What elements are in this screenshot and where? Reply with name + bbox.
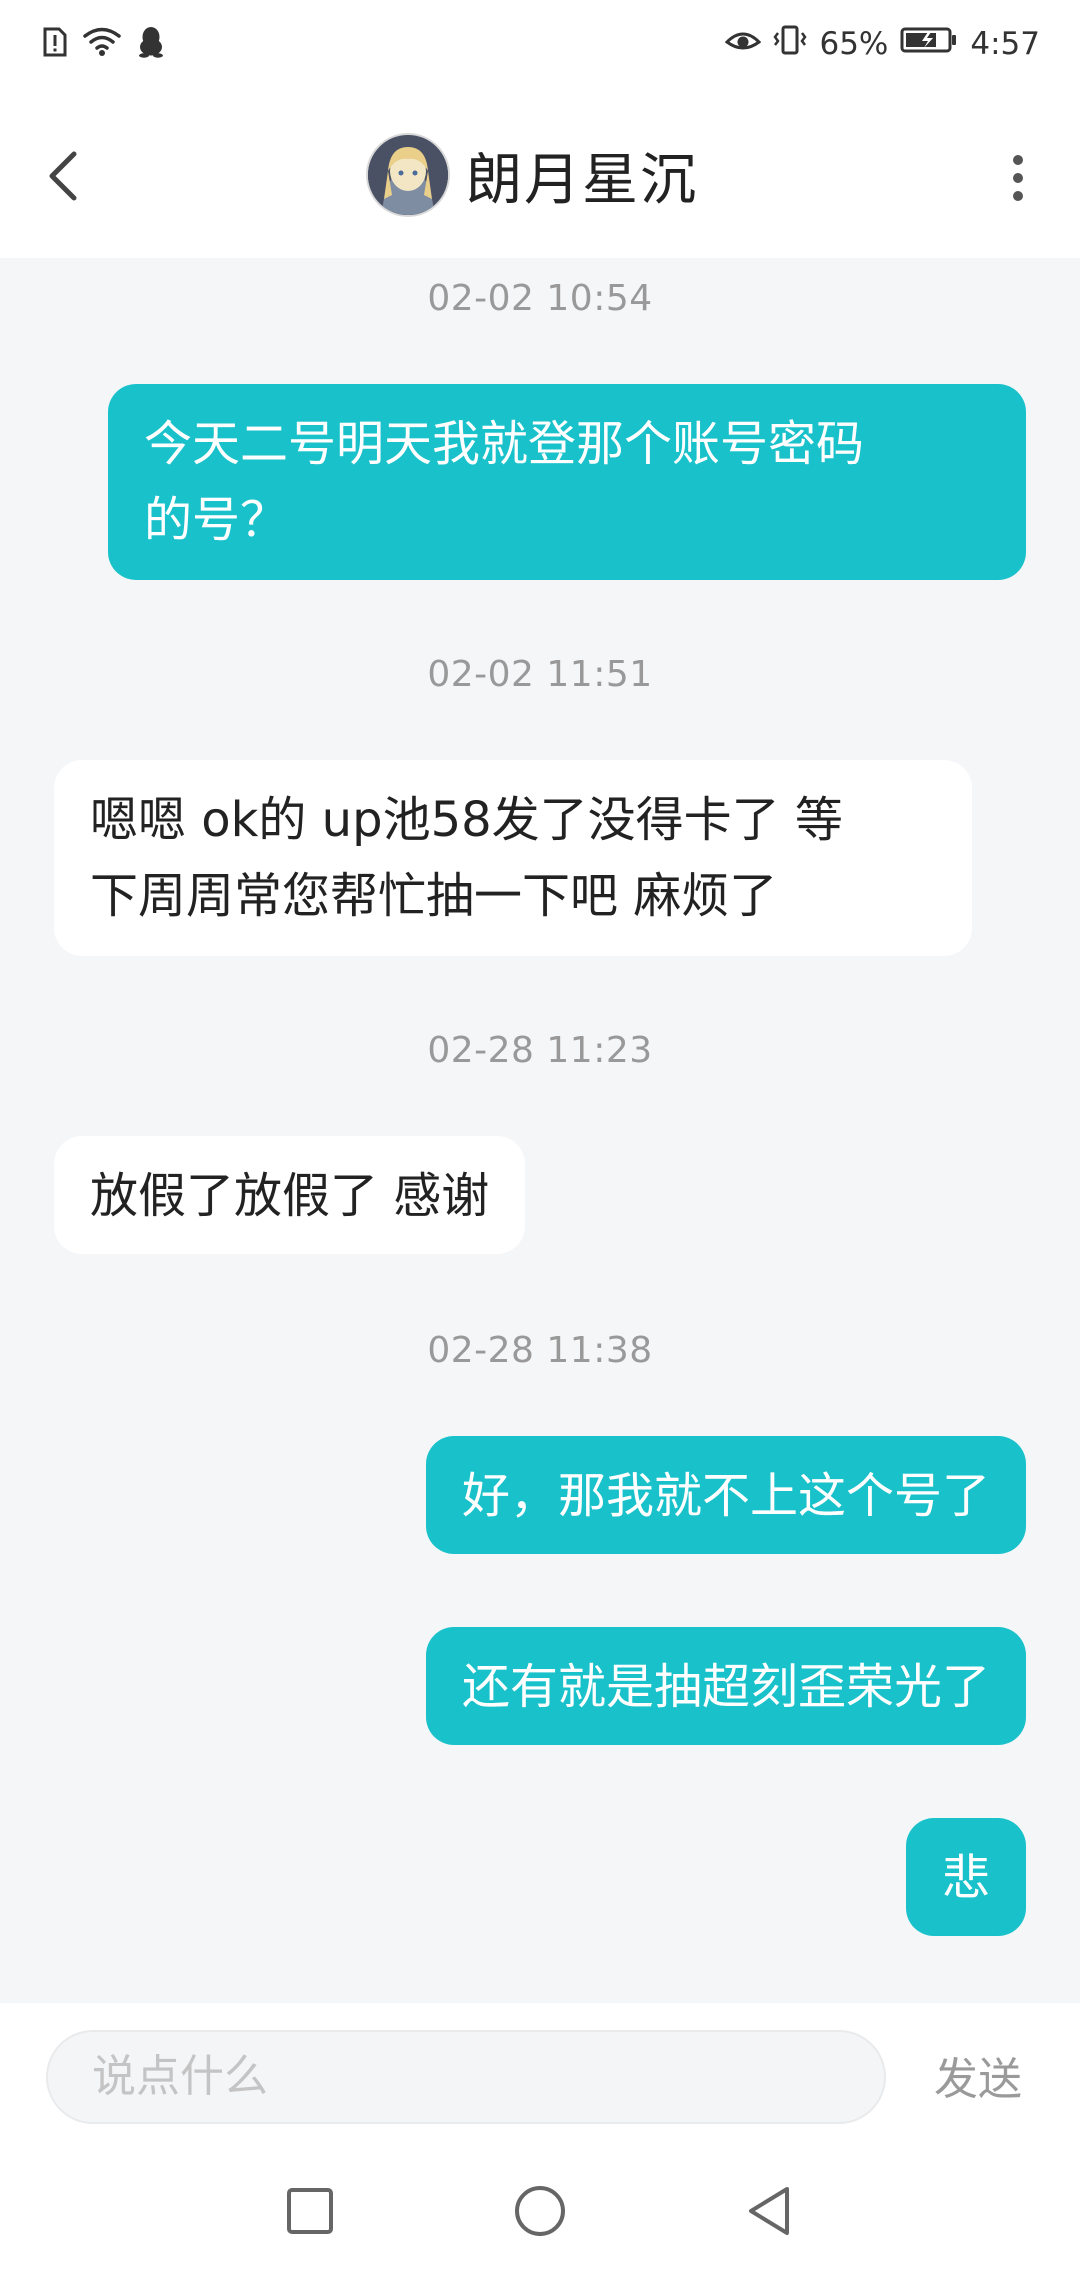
- outgoing-message[interactable]: 今天二号明天我就登那个账号密码 的号？: [108, 384, 1026, 580]
- timestamp: 02-28 11:23: [427, 1030, 653, 1071]
- message-line: 悲: [941, 1850, 990, 1906]
- home-circle-icon: [515, 2186, 565, 2236]
- recent-apps-button[interactable]: [280, 2181, 340, 2241]
- message-line: 好，那我就不上这个号了: [461, 1468, 990, 1524]
- outgoing-message[interactable]: 还有就是抽超刻歪荣光了: [425, 1627, 1026, 1745]
- system-navigation-bar: [0, 2143, 1080, 2280]
- sim-alert-icon: [42, 27, 68, 61]
- recent-apps-square-icon: [287, 2188, 333, 2234]
- chat-title: 朗月星沉: [466, 147, 698, 213]
- avatar[interactable]: [366, 133, 450, 217]
- chat-title-group[interactable]: 朗月星沉: [366, 130, 698, 220]
- timestamp: 02-02 11:51: [427, 654, 653, 695]
- back-button[interactable]: [38, 144, 94, 208]
- message-line: 放假了放假了 感谢: [90, 1168, 490, 1224]
- message-line: 嗯嗯 ok的 up池58发了没得卡了 等: [90, 792, 843, 848]
- avatar-image: [368, 135, 448, 215]
- status-right-icons: 65% 4:57: [725, 24, 1040, 64]
- more-options-button[interactable]: [1006, 148, 1030, 208]
- outgoing-message[interactable]: 悲: [905, 1818, 1026, 1936]
- message-line: 下周周常您帮忙抽一下吧 麻烦了: [90, 868, 778, 924]
- status-left-icons: [42, 26, 166, 62]
- qq-penguin-icon: [136, 26, 166, 62]
- message-line: 今天二号明天我就登那个账号密码: [144, 416, 865, 472]
- status-time: 4:57: [970, 26, 1040, 62]
- back-triangle-icon: [749, 2187, 789, 2235]
- chevron-left-icon: [49, 151, 77, 201]
- status-bar: 65% 4:57: [0, 0, 1080, 92]
- wifi-icon: [82, 27, 122, 61]
- battery-percent: 65%: [819, 26, 889, 62]
- timestamp: 02-02 10:54: [427, 278, 653, 319]
- message-list[interactable]: 02-02 10:54 今天二号明天我就登那个账号密码 的号？ 02-02 11…: [0, 258, 1080, 2003]
- chat-header: 朗月星沉: [0, 92, 1080, 258]
- outgoing-message[interactable]: 好，那我就不上这个号了: [425, 1436, 1026, 1554]
- send-button[interactable]: 发送: [934, 2043, 1022, 2107]
- message-line: 还有就是抽超刻歪荣光了: [461, 1659, 990, 1715]
- more-vertical-icon: [1013, 155, 1023, 201]
- home-button[interactable]: [510, 2181, 570, 2241]
- battery-icon: [900, 26, 958, 62]
- message-input-bar: 说点什么 发送: [0, 2003, 1080, 2143]
- message-input[interactable]: 说点什么: [46, 2030, 886, 2124]
- vibrate-icon: [773, 24, 808, 64]
- message-line: 的号？: [144, 492, 289, 548]
- timestamp: 02-28 11:38: [427, 1330, 653, 1371]
- eye-icon: [725, 26, 762, 62]
- back-nav-button[interactable]: [740, 2181, 800, 2241]
- incoming-message[interactable]: 嗯嗯 ok的 up池58发了没得卡了 等 下周周常您帮忙抽一下吧 麻烦了: [54, 760, 972, 956]
- incoming-message[interactable]: 放假了放假了 感谢: [54, 1136, 526, 1254]
